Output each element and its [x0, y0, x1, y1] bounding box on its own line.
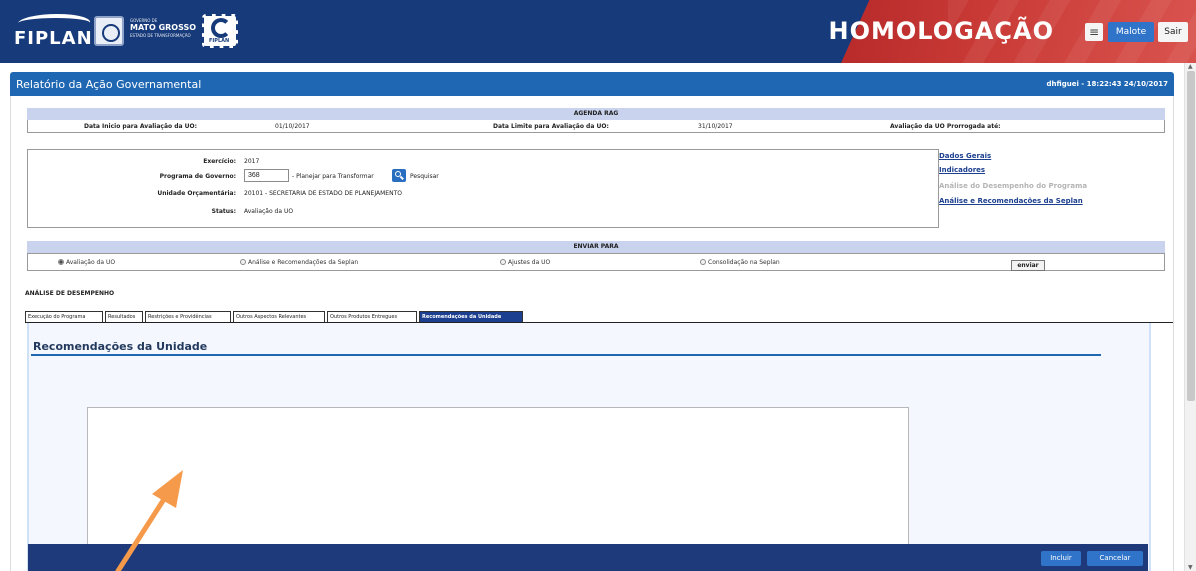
tab-restricoes[interactable]: Restrições e Providências — [145, 311, 231, 322]
tab-outros-produtos[interactable]: Outros Produtos Entregues — [327, 311, 417, 322]
panel-title: Recomendações da Unidade — [33, 340, 208, 353]
government-logo: GOVERNO DE MATO GROSSO ESTADO DE TRANSFO… — [130, 18, 200, 38]
status-value: Avaliação da UO — [244, 208, 294, 215]
inicio-value: 01/10/2017 — [275, 123, 310, 130]
programa-label: Programa de Governo: — [159, 173, 236, 180]
radio-label: Análise e Recomendações da Seplan — [248, 259, 359, 266]
pesquisar-label[interactable]: Pesquisar — [410, 173, 439, 180]
tab-execucao-programa[interactable]: Execução do Programa — [25, 311, 103, 322]
programa-desc: - Planejar para Transformar — [292, 173, 374, 180]
gov-tag-text: ESTADO DE TRANSFORMAÇÃO — [130, 33, 191, 38]
page-title: Relatório da Ação Governamental — [16, 78, 202, 91]
prorrogada-label: Avaliação da UO Prorrogada até: — [890, 123, 1001, 130]
radio-ajustes-uo[interactable]: Ajustes da UO — [500, 259, 550, 266]
link-dados-gerais[interactable]: Dados Gerais — [939, 152, 991, 160]
program-info-box: Exercício: 2017 Programa de Governo: - P… — [27, 149, 939, 228]
enviar-options: Avaliação da UO Análise e Recomendações … — [27, 253, 1165, 271]
exercicio-label: Exercício: — [203, 158, 236, 165]
status-label: Status: — [211, 208, 236, 215]
fiplan-logo: FIPLAN — [14, 14, 94, 49]
radio-checked-icon — [58, 259, 64, 265]
radio-consolidacao-seplan[interactable]: Consolidação na Seplan — [700, 259, 780, 266]
tab-recomendacoes-unidade[interactable]: Recomendações da Unidade — [419, 311, 523, 322]
recomendacoes-textarea[interactable] — [87, 407, 909, 545]
radio-unchecked-icon — [700, 259, 706, 265]
tab-panel: Recomendações da Unidade — [27, 323, 1151, 571]
search-button[interactable] — [392, 169, 406, 182]
user-session-info: dhfiguei - 18:22:43 24/10/2017 — [1046, 80, 1168, 88]
incluir-button[interactable]: Incluir — [1041, 551, 1081, 566]
inicio-label: Data Inicio para Avaliação da UO: — [84, 123, 198, 130]
menu-button[interactable]: ≡ — [1085, 23, 1103, 41]
radio-label: Consolidação na Seplan — [708, 259, 780, 266]
page-scrollbar[interactable]: ▲ ▼ — [1184, 63, 1196, 571]
enviar-button[interactable]: enviar — [1011, 260, 1045, 271]
tab-outros-aspectos[interactable]: Outros Aspectos Relevantes — [233, 311, 325, 322]
action-bar: Incluir Cancelar — [28, 544, 1148, 571]
radio-unchecked-icon — [500, 259, 506, 265]
scroll-down-icon[interactable]: ▼ — [1188, 564, 1193, 571]
radio-unchecked-icon — [240, 259, 246, 265]
programa-input[interactable] — [244, 169, 289, 182]
tab-resultados[interactable]: Resultados — [105, 311, 143, 322]
badge-text: FIPLAN — [209, 38, 230, 44]
radio-label: Ajustes da UO — [508, 259, 551, 266]
gov-small-text: GOVERNO DE — [130, 18, 158, 23]
unidade-label: Unidade Orçamentária: — [157, 190, 236, 197]
radio-analise-seplan[interactable]: Análise e Recomendações da Seplan — [240, 259, 358, 266]
link-indicadores[interactable]: Indicadores — [939, 166, 985, 174]
report-content: AGENDA RAG Data Inicio para Avaliação da… — [10, 96, 1174, 571]
radio-avaliacao-uo[interactable]: Avaliação da UO — [58, 259, 115, 266]
agenda-heading: AGENDA RAG — [27, 108, 1165, 120]
agenda-row: Data Inicio para Avaliação da UO: 01/10/… — [27, 120, 1165, 133]
logo-text: FIPLAN — [14, 28, 93, 49]
cancelar-button[interactable]: Cancelar — [1087, 551, 1143, 566]
state-crest-icon — [94, 16, 124, 46]
limite-value: 31/10/2017 — [698, 123, 733, 130]
exercicio-value: 2017 — [244, 158, 260, 165]
link-analise-recomendacoes[interactable]: Análise e Recomendações da Seplan — [939, 197, 1083, 205]
environment-label: HOMOLOGAÇÃO — [828, 17, 1054, 45]
top-header: FIPLAN GOVERNO DE MATO GROSSO ESTADO DE … — [0, 0, 1196, 63]
scroll-thumb[interactable] — [1187, 71, 1195, 401]
unidade-value: 20101 - SECRETARIA DE ESTADO DE PLANEJAM… — [244, 190, 402, 197]
report-title-bar: Relatório da Ação Governamental dhfiguei… — [10, 72, 1174, 96]
enviar-heading: ENVIAR PARA — [27, 241, 1165, 253]
analise-title: ANÁLISE DE DESEMPENHO — [25, 290, 115, 297]
panel-title-rule — [31, 354, 1101, 356]
limite-label: Data Limite para Avaliação da UO: — [493, 123, 609, 130]
gov-big-text: MATO GROSSO — [130, 23, 197, 32]
sair-button[interactable]: Sair — [1158, 22, 1188, 42]
app-window: FIPLAN GOVERNO DE MATO GROSSO ESTADO DE … — [0, 0, 1196, 571]
radio-label: Avaliação da UO — [66, 259, 116, 266]
malote-button[interactable]: Malote — [1108, 22, 1154, 42]
scroll-up-icon[interactable]: ▲ — [1188, 63, 1193, 70]
fiplan-badge-icon: FIPLAN — [202, 14, 238, 48]
link-analise-desempenho: Análise do Desempenho do Programa — [939, 182, 1088, 190]
